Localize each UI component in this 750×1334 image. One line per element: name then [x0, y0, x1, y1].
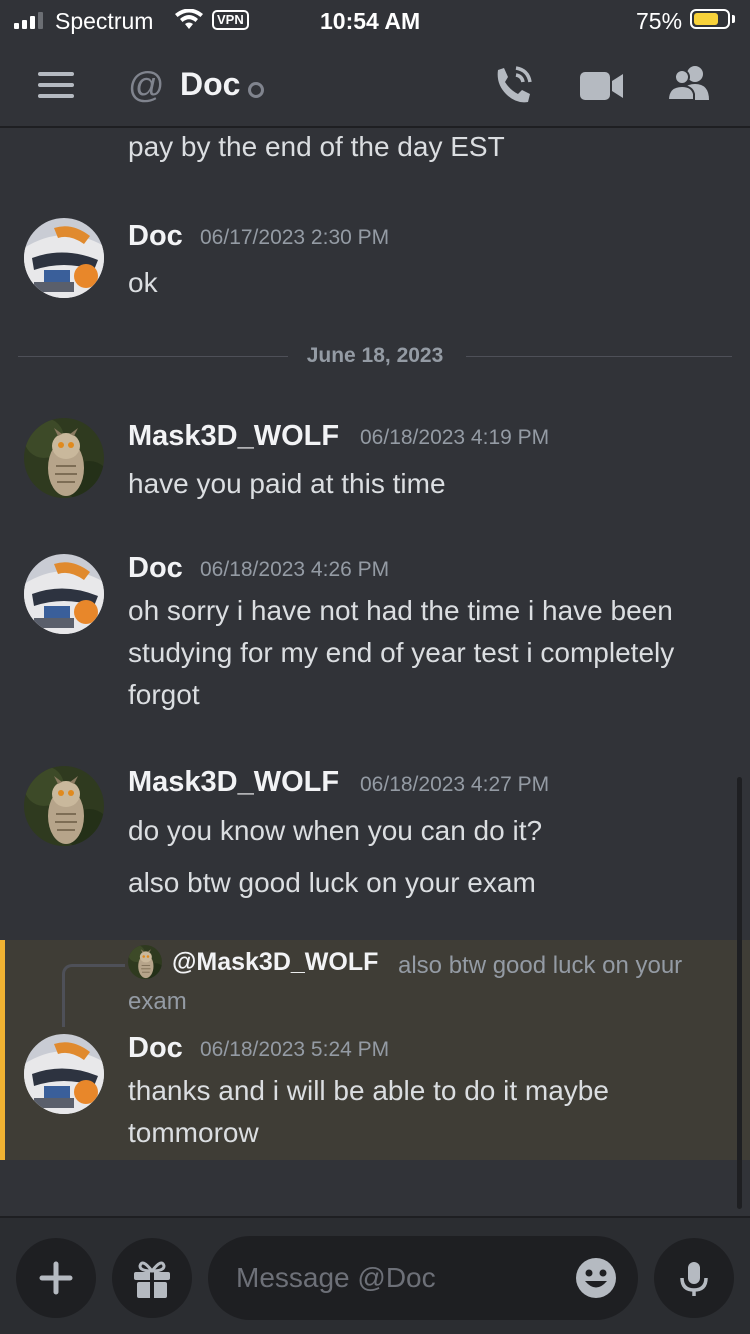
- message-author[interactable]: Doc: [128, 1032, 183, 1065]
- reply-author[interactable]: @Mask3D_WOLF: [172, 948, 378, 977]
- message-text: oh sorry i have not had the time i have …: [128, 595, 675, 710]
- avatar[interactable]: [24, 218, 104, 298]
- at-icon: @: [128, 64, 165, 105]
- channel-title[interactable]: Doc: [180, 66, 240, 103]
- reply-avatar: [128, 945, 162, 979]
- cellular-signal-icon: [14, 11, 43, 29]
- voice-message-button[interactable]: [654, 1238, 734, 1318]
- message-timestamp: 06/18/2023 5:24 PM: [200, 1038, 390, 1061]
- battery-icon: [690, 9, 730, 29]
- message-timestamp: 06/18/2023 4:19 PM: [360, 426, 550, 449]
- battery-level: [694, 13, 718, 25]
- avatar[interactable]: [24, 554, 104, 634]
- battery-tip: [732, 15, 735, 23]
- offline-status-icon: [248, 82, 264, 98]
- message-author[interactable]: Mask3D_WOLF: [128, 766, 339, 799]
- message-text: ok: [128, 267, 158, 298]
- message-text: thanks and i will be able to do it maybe…: [128, 1075, 609, 1148]
- channel-header: @ Doc: [0, 44, 750, 128]
- clock: 10:54 AM: [320, 8, 421, 34]
- battery-percent: 75%: [636, 8, 683, 34]
- composer-bar: [0, 1216, 750, 1334]
- vpn-badge: VPN: [212, 10, 249, 30]
- plus-icon: [39, 1261, 73, 1295]
- avatar[interactable]: [24, 1034, 104, 1114]
- date-divider: June 18, 2023: [18, 344, 732, 367]
- message-text: also btw good luck on your exam: [128, 867, 536, 898]
- gift-icon: [134, 1261, 170, 1298]
- add-attachment-button[interactable]: [16, 1238, 96, 1318]
- date-divider-label: June 18, 2023: [306, 344, 444, 367]
- message-text: have you paid at this time: [128, 468, 446, 499]
- carrier-name: Spectrum: [55, 8, 154, 34]
- gift-button[interactable]: [112, 1238, 192, 1318]
- message-text: do you know when you can do it?: [128, 815, 543, 846]
- mention-highlighted-message: also btw good luck on your exam @Mask3D_…: [0, 940, 750, 1160]
- message-author[interactable]: Doc: [128, 220, 183, 253]
- emoji-icon[interactable]: [574, 1256, 618, 1300]
- microphone-icon: [680, 1262, 708, 1296]
- message-timestamp: 06/18/2023 4:27 PM: [360, 773, 550, 796]
- message-timestamp: 06/17/2023 2:30 PM: [200, 226, 390, 249]
- message-timestamp: 06/18/2023 4:26 PM: [200, 558, 390, 581]
- status-bar: Spectrum VPN 10:54 AM 75%: [0, 0, 750, 44]
- wifi-icon: [175, 8, 203, 36]
- member-list-icon[interactable]: [666, 64, 712, 107]
- hamburger-menu-button[interactable]: [38, 72, 74, 98]
- message-list[interactable]: pay by the end of the day EST Doc 06/17/…: [0, 128, 750, 1216]
- video-call-icon[interactable]: [580, 70, 624, 107]
- message-author[interactable]: Mask3D_WOLF: [128, 420, 339, 453]
- scrollbar[interactable]: [737, 777, 742, 1209]
- avatar[interactable]: [24, 766, 104, 846]
- message-text: pay by the end of the day EST: [128, 131, 505, 162]
- message-author[interactable]: Doc: [128, 552, 183, 585]
- mention-highlight-bar: [0, 940, 5, 1160]
- avatar[interactable]: [24, 418, 104, 498]
- voice-call-icon[interactable]: [492, 64, 534, 111]
- reply-connector: [62, 964, 125, 1027]
